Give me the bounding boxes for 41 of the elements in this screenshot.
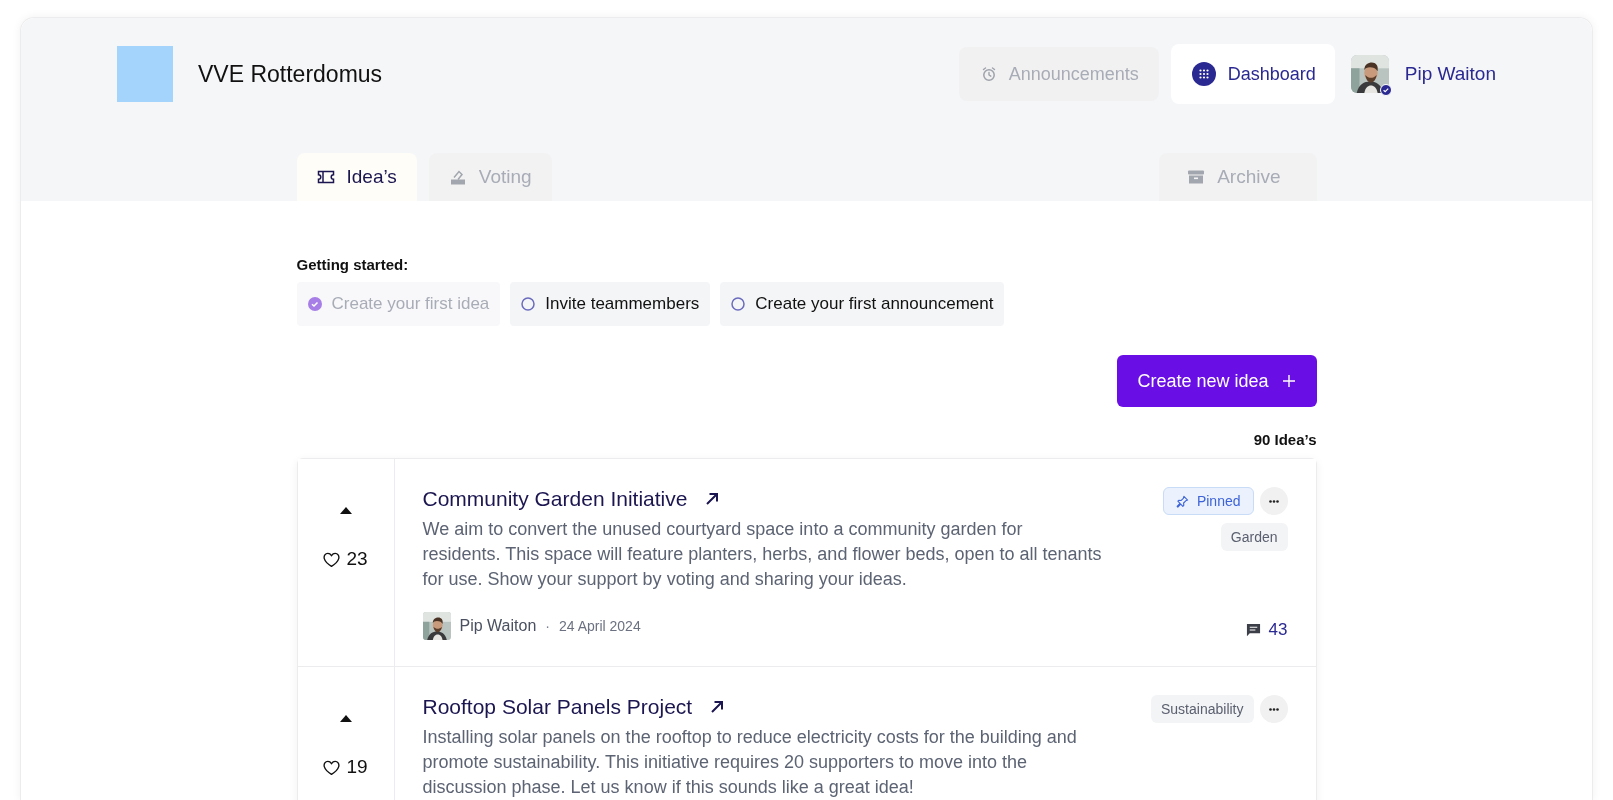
- tab[interactable]: Idea’s: [296, 153, 417, 201]
- post-date: 24 April 2024: [558, 618, 641, 634]
- comment-count: 43: [1268, 620, 1288, 640]
- comment-icon: [1245, 622, 1261, 638]
- idea-description: Installing solar panels on the rooftop to reduce electricity costs for the building and promote sustainability. This initiative requires 20 supporters to move into the discussion phase. Let us know if this sounds like a great idea!: [422, 726, 1078, 799]
- idea-count: 90 Idea’s: [1252, 431, 1317, 448]
- arrow-up-right-icon: [710, 700, 725, 714]
- archive-box-icon: [1187, 168, 1206, 186]
- author-name: Pip Waiton: [459, 617, 537, 635]
- ballot-box-icon: [448, 168, 467, 186]
- idea-description: We aim to convert the unused courtyard space into a community garden for residents. This space will feature planters, herbs, and flower beds, open to all tenants for use. Show your support by voting and sharing your ideas.: [422, 518, 1103, 591]
- create-idea-button[interactable]: Create new idea: [1117, 355, 1317, 407]
- nav-button[interactable]: Dashboard: [1170, 44, 1335, 104]
- ellipsis-icon: [1268, 499, 1279, 503]
- separator-dot: ·: [545, 618, 550, 634]
- idea-title-link[interactable]: Rooftop Solar Panels Project: [422, 695, 693, 719]
- pinned-badge: Pinned: [1162, 487, 1254, 515]
- checklist-item[interactable]: Invite teammembers: [510, 282, 711, 326]
- checklist-item[interactable]: Create your first announcement: [720, 282, 1005, 326]
- user-name-link[interactable]: Pip Waiton: [1404, 63, 1496, 85]
- ellipsis-icon: [1268, 707, 1279, 711]
- arrow-up-right-icon: [705, 492, 720, 506]
- organization-name: VVE Rotterdomus: [198, 60, 383, 88]
- logo: [117, 46, 173, 102]
- section-heading: Getting started:: [296, 256, 410, 273]
- category-tag: Sustainability: [1151, 695, 1254, 723]
- heart-icon: [323, 759, 341, 775]
- ticket-icon: [316, 168, 335, 186]
- alarm-clock-icon: [980, 66, 997, 82]
- upvote-button[interactable]: [337, 505, 354, 516]
- idea-title-link[interactable]: Community Garden Initiative: [422, 487, 688, 511]
- vote-count: 23: [346, 548, 368, 570]
- grid-icon: [1191, 62, 1216, 86]
- plus-icon: [1282, 375, 1295, 387]
- vote-count: 19: [346, 756, 368, 778]
- heart-icon: [323, 551, 341, 567]
- category-tag: Garden: [1220, 523, 1288, 551]
- triangle-up-icon: [339, 715, 352, 722]
- triangle-up-icon: [339, 507, 352, 514]
- pin-icon: [1175, 494, 1189, 508]
- upvote-button[interactable]: [337, 713, 354, 724]
